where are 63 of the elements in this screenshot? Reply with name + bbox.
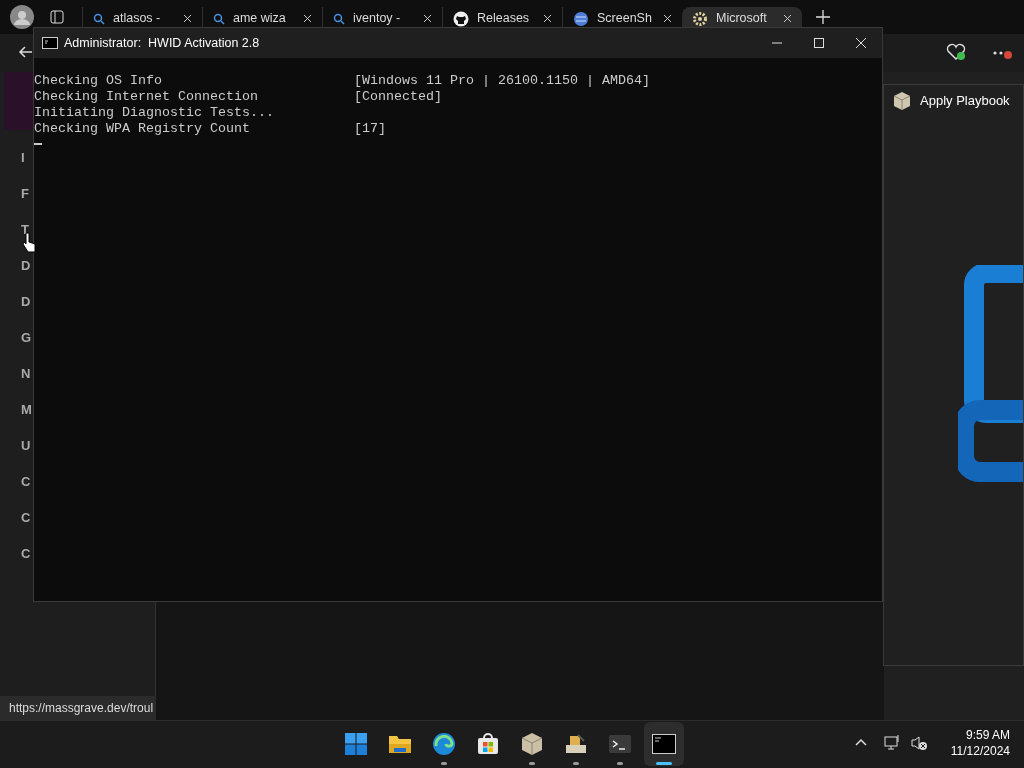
sidebar-item[interactable]: I (21, 140, 25, 176)
search-icon (333, 12, 345, 25)
console-icon (652, 734, 676, 754)
close-icon[interactable] (543, 14, 552, 23)
muted-speaker-icon[interactable] (910, 735, 928, 751)
maximize-icon[interactable] (813, 37, 825, 49)
windows-icon (344, 732, 368, 756)
tab-actions-icon[interactable] (50, 10, 64, 24)
window-title: Apply Playbook (920, 92, 1010, 111)
health-icon[interactable] (946, 43, 966, 61)
console-result: [17] (354, 121, 386, 137)
tab-title: ScreenSh (597, 10, 652, 28)
avatar-icon[interactable] (10, 5, 34, 29)
status-url: https://massgrave.dev/troul (0, 696, 156, 720)
box-icon (892, 91, 912, 111)
sidebar-item[interactable]: U (21, 428, 31, 464)
sidebar-item[interactable]: C (21, 500, 31, 536)
close-icon[interactable] (183, 14, 192, 23)
box-icon (520, 732, 544, 756)
tab-title: iventoy - (353, 10, 401, 28)
globe-icon (573, 10, 589, 27)
clock-date[interactable]: 11/12/2024 (950, 743, 1010, 759)
new-tab-icon[interactable] (816, 10, 830, 24)
installer-icon (564, 733, 588, 755)
taskbar-app[interactable] (644, 722, 684, 766)
swirl-icon (432, 732, 456, 756)
sidebar-item[interactable]: N (21, 356, 31, 392)
tab-title: Releases (477, 10, 530, 28)
console-text: Checking OS Info (34, 73, 163, 89)
console-text: Checking WPA Registry Count (34, 121, 251, 137)
sidebar-item[interactable]: C (21, 536, 31, 572)
sidebar-item[interactable]: D (21, 284, 31, 320)
sidebar-item[interactable]: M (21, 392, 32, 428)
console-text: Initiating Diagnostic Tests... (34, 105, 275, 121)
console-icon (42, 37, 58, 49)
back-icon[interactable] (18, 44, 34, 60)
tab-title: ame wiza (233, 10, 286, 28)
terminal-icon (608, 733, 632, 755)
tab-title: atlasos - (113, 10, 161, 28)
sidebar-item[interactable]: F (21, 176, 29, 212)
folder-icon (388, 733, 412, 755)
search-icon (213, 12, 225, 25)
close-icon[interactable] (303, 14, 312, 23)
clock-time[interactable]: 9:59 AM (965, 727, 1010, 743)
sidebar-item[interactable]: C (21, 464, 31, 500)
tab-title: Microsoft (716, 10, 767, 28)
window-title: Administrator: HWID Activation 2.8 (64, 34, 260, 52)
close-icon[interactable] (783, 14, 792, 23)
text-cursor (34, 143, 42, 145)
close-icon[interactable] (855, 37, 867, 49)
console-result: [Connected] (354, 89, 442, 105)
close-icon[interactable] (423, 14, 432, 23)
console-result: [Windows 11 Pro | 26100.1150 | AMD64] (354, 73, 650, 89)
more-icon[interactable] (992, 48, 1012, 60)
chevron-up-icon[interactable] (855, 738, 867, 746)
console-text: Checking Internet Connection (34, 89, 259, 105)
laptop-icon (958, 265, 1023, 485)
sidebar-item[interactable]: G (21, 320, 32, 356)
close-icon[interactable] (663, 14, 672, 23)
search-icon (93, 12, 105, 25)
shopping-bag-icon (476, 732, 500, 756)
gear-icon (692, 10, 708, 27)
network-icon[interactable] (884, 734, 902, 752)
